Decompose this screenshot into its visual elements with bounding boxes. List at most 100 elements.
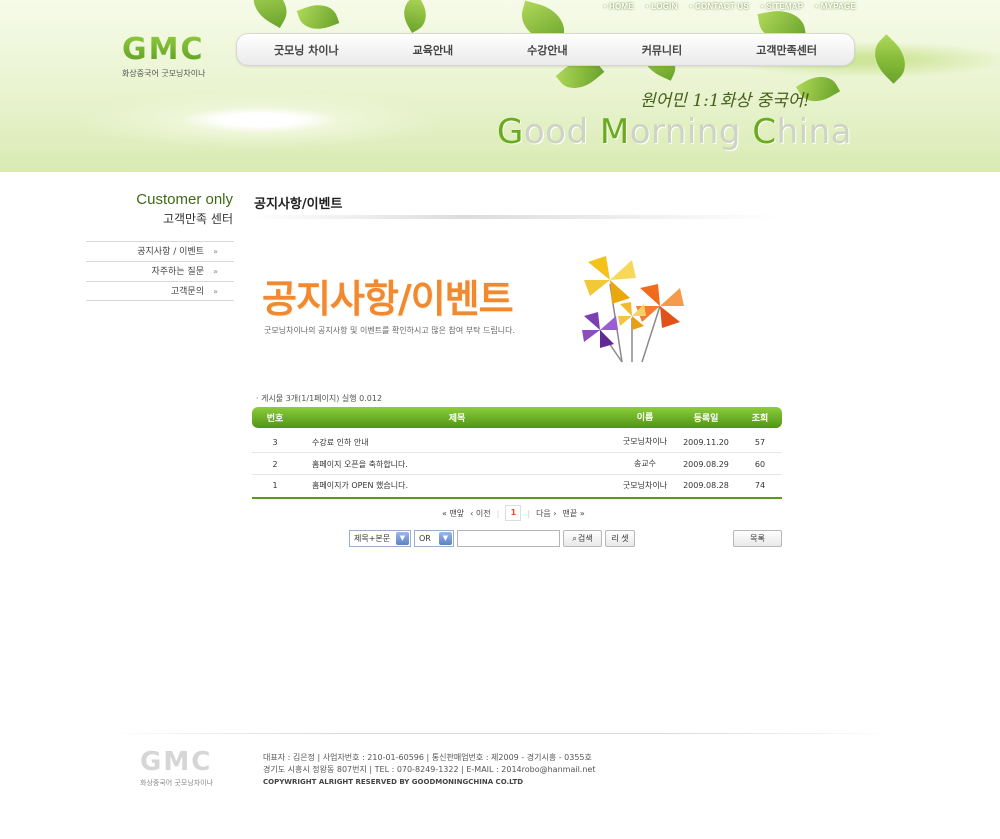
- search-button-label: 검색: [577, 534, 593, 543]
- row-number: 3: [272, 437, 278, 447]
- brand-part-hina: hina: [776, 112, 852, 152]
- table-row: 1 홈페이지가 OPEN 했습니다. 굿모닝차이나 2009.08.28 74: [252, 475, 782, 496]
- pager-separator: |: [496, 508, 500, 518]
- logo-mark: GMC: [122, 32, 205, 67]
- search-icon: ⌕: [572, 533, 577, 543]
- row-title-link[interactable]: 수강료 인하 안내: [298, 437, 616, 448]
- row-date: 2009.11.20: [683, 437, 729, 447]
- table-header: 번호 제목 이름 등록일 조회: [252, 407, 782, 428]
- contact-us-link[interactable]: CONTACT US: [690, 2, 749, 11]
- brand-initial-c: C: [752, 112, 777, 152]
- footer-info: 대표자 : 김은정 | 사업자번호 : 210-01-60596 | 통신판매업…: [263, 752, 595, 788]
- leaf-decoration: [296, 0, 340, 36]
- mypage-link[interactable]: MYPAGE: [815, 2, 856, 11]
- reset-button-label: 리 셋: [611, 534, 629, 543]
- column-header-no: 번호: [266, 414, 284, 424]
- brand-initial-g: G: [497, 112, 524, 152]
- pinwheel-illustration: [582, 256, 684, 363]
- brand-initial-m: M: [599, 112, 630, 152]
- sitemap-link[interactable]: SITEMAP: [761, 2, 803, 11]
- search-field-select[interactable]: 제목+본문 ▼: [349, 530, 411, 547]
- leaf-decoration: [397, 0, 433, 33]
- sidebar-item-inquiry[interactable]: 고객문의: [86, 281, 234, 302]
- table-row: 3 수강료 인하 안내 굿모닝차이나 2009.11.20 57: [252, 432, 782, 453]
- banner-title: 공지사항/이벤트: [262, 277, 514, 321]
- login-link[interactable]: LOGIN: [646, 2, 678, 11]
- search-input[interactable]: [457, 530, 560, 547]
- pagination: « 맨앞 ‹ 이전 | 1 | 다음 › 맨끝 »: [442, 505, 585, 521]
- banner-description: 굿모닝차이나의 공지사항 및 이벤트를 확인하시고 많은 참여 부탁 드립니다.: [264, 326, 516, 335]
- row-views: 74: [754, 481, 766, 490]
- row-title-link[interactable]: 홈페이지가 OPEN 했습니다.: [298, 480, 616, 491]
- column-header-views: 조회: [751, 414, 769, 424]
- search-field-value: 제목+본문: [354, 534, 391, 543]
- pager-next-label: 다음: [536, 508, 551, 518]
- pager-last[interactable]: 맨끝 »: [563, 508, 585, 519]
- pager-last-label: 맨끝: [562, 508, 578, 518]
- chevron-down-icon: ▼: [396, 532, 409, 545]
- pager-separator: |: [527, 508, 531, 518]
- footer-copyright: COPYWRIGHT ALRIGHT RESERVED BY GOODMONIN…: [263, 778, 524, 786]
- row-author: 굿모닝차이나: [622, 480, 668, 490]
- row-title-link[interactable]: 홈페이지 오픈을 축하합니다.: [298, 459, 616, 470]
- sidebar-item-label: 자주하는 질문: [151, 267, 204, 277]
- column-header-date: 등록일: [693, 414, 719, 424]
- row-author: 송교수: [633, 459, 657, 468]
- sidebar-item-faq[interactable]: 자주하는 질문: [86, 261, 234, 282]
- row-number: 2: [272, 459, 278, 469]
- home-link[interactable]: HOME: [604, 2, 634, 11]
- brand-part-orning: orning: [629, 112, 753, 152]
- reset-button[interactable]: 리 셋: [605, 530, 635, 547]
- sidebar-item-label: 공지사항 / 이벤트: [137, 247, 204, 257]
- footer-logo-mark: GMC: [140, 747, 213, 777]
- title-divider: [252, 215, 782, 219]
- header: HOME LOGIN CONTACT US SITEMAP MYPAGE GMC…: [0, 0, 1000, 172]
- row-author: 굿모닝차이나: [622, 437, 668, 446]
- list-button-label: 목록: [750, 534, 765, 543]
- slogan: 원어민 1:1화상 중국어!: [640, 91, 811, 111]
- search-button[interactable]: ⌕ 검색: [563, 530, 602, 547]
- row-number: 1: [272, 481, 278, 490]
- nav-item-course-info[interactable]: 수강안내: [527, 42, 567, 58]
- sidebar-title: Customer only 고객만족 센터: [110, 191, 233, 227]
- page-title: 공지사항/이벤트: [254, 197, 343, 212]
- search-operator-select[interactable]: OR ▼: [414, 530, 454, 547]
- sidebar-item-label: 고객문의: [170, 287, 204, 297]
- footer-address: 경기도 시흥시 정왕동 807번지 | TEL : 070-8249-1322 …: [263, 765, 596, 774]
- main-nav: 굿모닝 차이나 교육안내 수강안내 커뮤니티 고객만족센터: [236, 33, 855, 66]
- logo-subtitle: 화상중국어 굿모닝차이나: [122, 69, 206, 78]
- row-views: 60: [754, 459, 766, 469]
- row-date: 2009.08.29: [683, 459, 729, 469]
- leaf-decoration: [245, 0, 295, 28]
- table-row: 2 홈페이지 오픈을 축하합니다. 송교수 2009.08.29 60: [252, 454, 782, 475]
- row-views: 57: [754, 437, 766, 447]
- sidebar-title-en: Customer only: [136, 191, 233, 208]
- nav-item-community[interactable]: 커뮤니티: [642, 42, 682, 58]
- sidebar-item-notice[interactable]: 공지사항 / 이벤트: [86, 241, 234, 262]
- post-count: · 게시물 3개(1/1페이지) 실행 0.012: [256, 394, 383, 403]
- leaf-decoration: [865, 34, 915, 84]
- sidebar-title-ko: 고객만족 센터: [162, 212, 233, 226]
- search-operator-value: OR: [419, 534, 431, 543]
- pager-first-label: 맨앞: [449, 508, 465, 518]
- nav-item-customer-center[interactable]: 고객만족센터: [756, 42, 817, 58]
- footer-logo: GMC 화상중국어 굿모닝차이나: [140, 748, 213, 788]
- table-bottom-border: [252, 497, 782, 499]
- top-links: HOME LOGIN CONTACT US SITEMAP MYPAGE: [604, 2, 856, 11]
- sidebar-menu: 공지사항 / 이벤트 자주하는 질문 고객문의: [86, 241, 234, 302]
- pager-current-page[interactable]: 1: [505, 505, 522, 521]
- nav-item-education[interactable]: 교육안내: [413, 42, 453, 58]
- list-button[interactable]: 목록: [733, 530, 782, 547]
- pager-prev-label: 이전: [475, 508, 491, 518]
- nav-item-goodmorning-china[interactable]: 굿모닝 차이나: [274, 42, 339, 58]
- footer-divider: [105, 733, 895, 734]
- pager-prev[interactable]: ‹ 이전: [470, 508, 490, 519]
- pager-next[interactable]: 다음 ›: [536, 508, 556, 519]
- column-header-title: 제목: [448, 414, 466, 424]
- row-date: 2009.08.28: [683, 481, 729, 490]
- brand-title: Good Morning China: [497, 112, 852, 152]
- brand-part-ood: ood: [523, 112, 600, 152]
- site-logo[interactable]: GMC 화상중국어 굿모닝차이나: [122, 34, 206, 79]
- chevron-down-icon: ▼: [439, 532, 452, 545]
- pager-first[interactable]: « 맨앞: [442, 508, 464, 519]
